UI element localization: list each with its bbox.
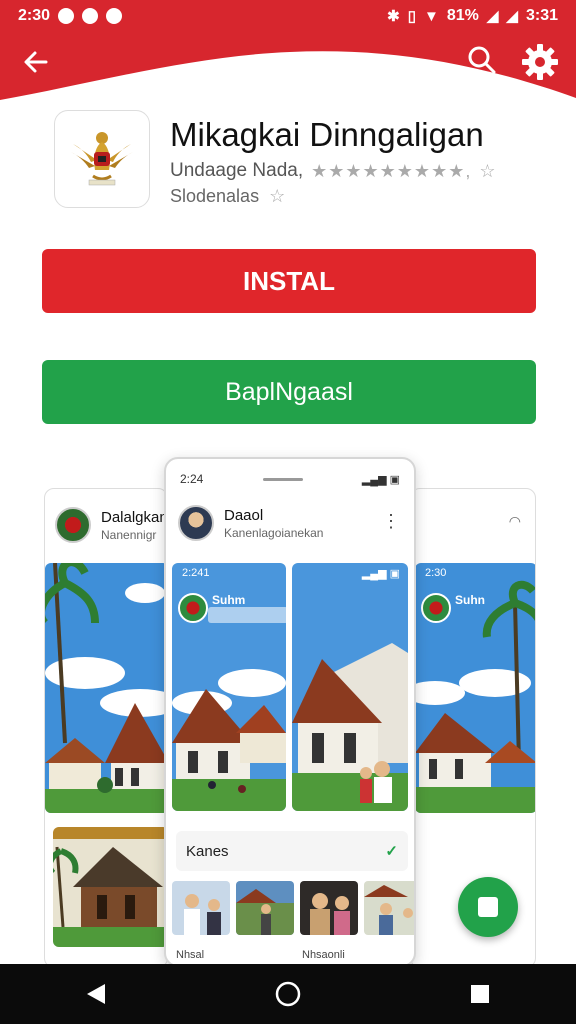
thumbnail[interactable] <box>236 881 294 935</box>
battery-percent: 81% <box>446 7 479 24</box>
app-category: Slodenalas <box>170 186 260 206</box>
nav-recents-button[interactable] <box>455 969 505 1019</box>
profile-name: Daaol <box>224 506 264 524</box>
nav-back-button[interactable] <box>71 969 121 1019</box>
wifi-icon: ▼ <box>423 7 439 25</box>
navigation-bar <box>0 964 576 1024</box>
screenshot-card-left[interactable]: Dalalgkan Nanennigr <box>44 488 168 968</box>
search-icon <box>468 46 496 74</box>
status-time-left: 2:30 <box>18 7 51 24</box>
arrow-left-icon <box>24 51 48 73</box>
scene-time: 2:30 <box>425 567 447 579</box>
app-icon <box>54 110 150 208</box>
nav-home-button[interactable] <box>263 969 313 1019</box>
profile-sub: Kanenlagoianekan <box>224 525 324 540</box>
app-developer[interactable]: Undaage Nada, <box>170 160 303 182</box>
gear-icon <box>522 44 558 80</box>
settings-button[interactable] <box>520 42 560 82</box>
scene-name: Suhm <box>212 593 246 607</box>
notification-icon <box>58 8 75 24</box>
scene-image: 2:30 Suhn <box>415 563 535 813</box>
mini-time: 2:24 <box>180 472 204 486</box>
kanes-row[interactable]: Kanes ✓ <box>176 831 408 871</box>
avatar <box>421 593 451 623</box>
vibrate-icon: ▯ <box>407 8 416 25</box>
thumbnail[interactable] <box>172 881 230 935</box>
thumbnail[interactable] <box>364 881 414 935</box>
thumbnail-caption: Nhsaonli <box>302 949 345 961</box>
scene-time: 2:241 <box>182 567 210 579</box>
secondary-action-button[interactable]: BaplNgaasl <box>42 360 536 424</box>
scene-image <box>45 563 167 813</box>
scene-image <box>53 827 167 947</box>
circle-home-icon <box>275 981 301 1007</box>
thumbnail-row <box>172 881 414 935</box>
signal-icon: ◢ <box>486 8 499 25</box>
avatar <box>178 593 208 623</box>
app-developer-row: Undaage Nada, ★★★★★★★★★, ☆ <box>170 160 496 182</box>
triangle-back-icon <box>87 984 105 1004</box>
thumbnail-caption: Nhsal <box>176 949 205 961</box>
signal-icon: ▂▄▆ ▣ <box>361 568 400 580</box>
status-time-right: 3:31 <box>525 7 558 24</box>
profile-row: Dalalgkan Nanennigr <box>55 507 168 543</box>
signal-icon: ▂▄▆ ▣ <box>361 473 400 486</box>
scene-image: ▂▄▆ ▣ <box>292 563 408 811</box>
status-bar: 2:30 ✱ ▯ ▼ 81% ◢ ◢ 3:31 <box>0 0 576 32</box>
signal-icon: ◢ <box>506 8 518 25</box>
bluetooth-icon: ✱ <box>387 8 400 25</box>
cloud-icon: ◠ <box>508 513 521 529</box>
more-vert-icon[interactable]: ⋮ <box>382 511 400 532</box>
scene-input-pill <box>208 607 286 623</box>
square-recents-icon <box>471 985 489 1003</box>
app-title: Mikagkai Dinngaligan <box>170 116 484 153</box>
notch-icon <box>262 477 303 481</box>
stop-icon <box>478 897 498 917</box>
back-button[interactable] <box>18 44 54 80</box>
thumbnail[interactable] <box>300 881 358 935</box>
scene-image: 2:241 Suhm <box>172 563 286 811</box>
install-button[interactable]: INSTAL <box>42 249 536 313</box>
play-icon <box>106 8 123 24</box>
star-outline-icon: ☆ <box>479 160 497 181</box>
garuda-emblem-icon <box>71 132 133 186</box>
scene-name: Suhn <box>455 593 485 607</box>
notification-icon <box>82 8 99 24</box>
avatar <box>55 507 91 543</box>
app-header: 2:30 ✱ ▯ ▼ 81% ◢ ◢ 3:31 <box>0 0 576 110</box>
rating-stars: ★★★★★★★★★, <box>311 160 472 181</box>
star-outline-icon: ☆ <box>269 186 287 206</box>
screenshot-card-center[interactable]: 2:24 ▂▄▆ ▣ Daaol Kanenlagoianekan ⋮ 2:24… <box>164 457 416 967</box>
kanes-label: Kanes <box>186 842 229 860</box>
app-category-row: Slodenalas ☆ <box>170 186 286 207</box>
profile-sub: Nanennigr <box>101 527 157 542</box>
search-button[interactable] <box>464 42 500 78</box>
stop-fab-button[interactable] <box>458 877 518 937</box>
profile-name: Dalalgkan <box>101 508 168 526</box>
profile-row: Daaol Kanenlagoianekan <box>178 505 323 541</box>
check-icon: ✓ <box>385 843 398 860</box>
avatar <box>178 505 214 541</box>
mini-status-bar: 2:24 ▂▄▆ ▣ <box>166 459 414 499</box>
